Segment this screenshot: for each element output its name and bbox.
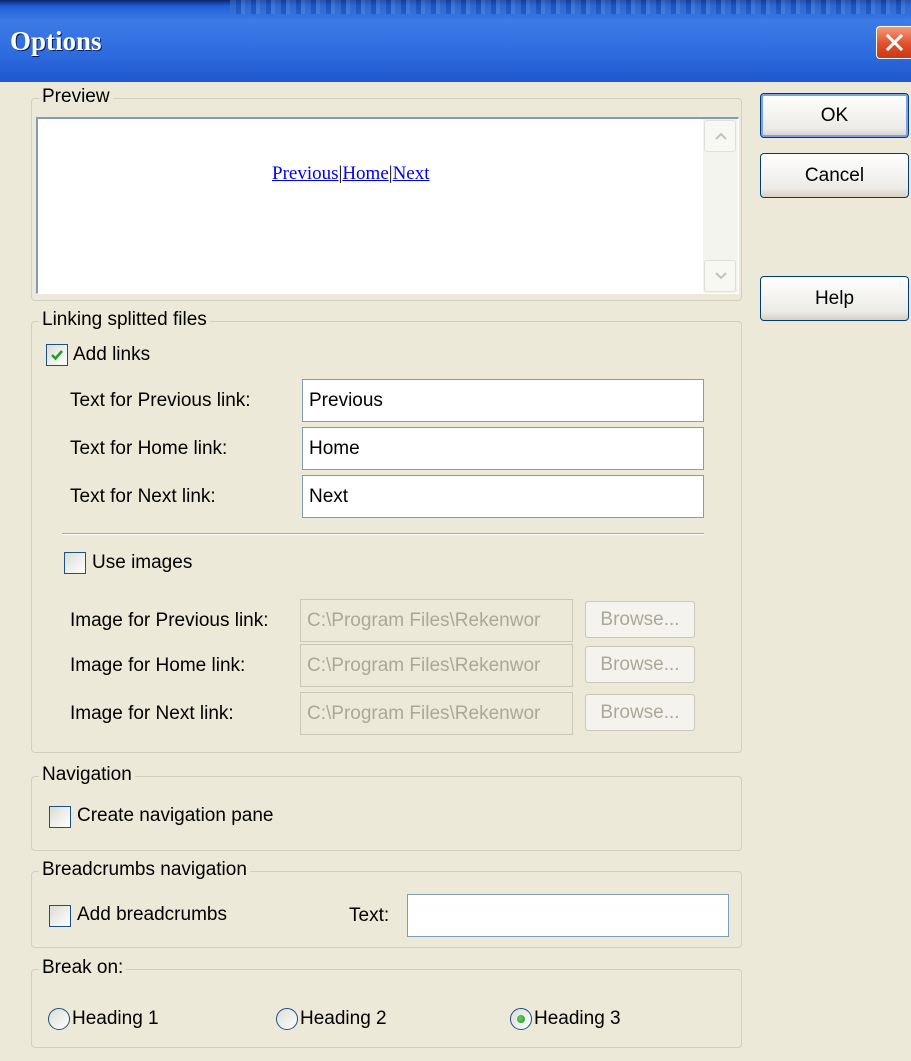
next-text-label: Text for Next link: (70, 486, 216, 507)
break-on-legend: Break on: (39, 958, 127, 978)
help-button[interactable]: Help (760, 276, 909, 321)
use-images-checkbox[interactable] (64, 552, 86, 574)
img-home-path: C:\Program Files\Rekenwor (307, 655, 541, 676)
heading-3-radio[interactable] (510, 1008, 532, 1030)
divider (62, 533, 704, 535)
browse-prev-button[interactable]: Browse... (585, 601, 695, 638)
preview-links: Previous|Home|Next (272, 163, 430, 185)
close-icon (886, 34, 903, 51)
checkmark-icon (51, 350, 63, 361)
add-breadcrumbs-label[interactable]: Add breadcrumbs (77, 904, 227, 926)
home-text-label: Text for Home link: (70, 438, 228, 459)
preview-next-link[interactable]: Next (393, 163, 430, 184)
img-next-input[interactable]: C:\Program Files\Rekenwor (300, 692, 573, 735)
img-prev-path: C:\Program Files\Rekenwor (307, 610, 541, 631)
chevron-down-icon (715, 272, 727, 280)
prev-text-label: Text for Previous link: (70, 390, 251, 411)
heading-3-label[interactable]: Heading 3 (534, 1008, 621, 1030)
add-links-checkbox[interactable] (46, 344, 68, 366)
img-prev-input[interactable]: C:\Program Files\Rekenwor (300, 599, 573, 642)
preview-previous-link[interactable]: Previous (272, 163, 339, 184)
breadcrumbs-text-input[interactable] (407, 894, 729, 937)
home-text-input[interactable]: Home (302, 427, 704, 470)
preview-scrollbar[interactable] (703, 119, 738, 293)
next-text-input[interactable]: Next (302, 475, 704, 518)
prev-text-input[interactable]: Previous (302, 379, 704, 422)
break-on-group: Break on: (31, 958, 742, 1048)
heading-1-label[interactable]: Heading 1 (72, 1008, 159, 1030)
add-links-label[interactable]: Add links (73, 344, 150, 366)
heading-2-radio[interactable] (276, 1008, 298, 1030)
breadcrumbs-text-label: Text: (349, 905, 390, 926)
browse-home-button[interactable]: Browse... (585, 646, 695, 683)
img-next-label: Image for Next link: (70, 703, 234, 724)
add-breadcrumbs-checkbox[interactable] (49, 905, 71, 927)
linking-legend: Linking splitted files (39, 310, 210, 330)
browse-next-button[interactable]: Browse... (585, 694, 695, 731)
ok-button[interactable]: OK (760, 93, 909, 138)
title-bar[interactable]: Options (0, 0, 911, 82)
heading-1-radio[interactable] (48, 1008, 70, 1030)
cancel-button[interactable]: Cancel (760, 153, 909, 198)
create-navigation-pane-checkbox[interactable] (49, 806, 71, 828)
img-next-path: C:\Program Files\Rekenwor (307, 703, 541, 724)
navigation-legend: Navigation (39, 765, 135, 785)
preview-home-link[interactable]: Home (342, 163, 388, 184)
img-home-input[interactable]: C:\Program Files\Rekenwor (300, 644, 573, 687)
window-title: Options (10, 26, 102, 56)
img-prev-label: Image for Previous link: (70, 610, 269, 631)
create-navigation-pane-label[interactable]: Create navigation pane (77, 805, 273, 827)
img-home-label: Image for Home link: (70, 655, 246, 676)
preview-legend: Preview (39, 87, 113, 107)
radio-selected-dot (517, 1015, 525, 1023)
heading-2-label[interactable]: Heading 2 (300, 1008, 387, 1030)
close-button[interactable] (876, 26, 911, 59)
use-images-label[interactable]: Use images (92, 552, 192, 574)
chevron-up-icon (715, 132, 727, 140)
background-window-strip (230, 0, 911, 14)
preview-pane[interactable]: Previous|Home|Next (36, 117, 739, 294)
breadcrumbs-legend: Breadcrumbs navigation (39, 860, 250, 880)
scroll-up-button[interactable] (704, 120, 736, 152)
scroll-down-button[interactable] (704, 260, 736, 292)
